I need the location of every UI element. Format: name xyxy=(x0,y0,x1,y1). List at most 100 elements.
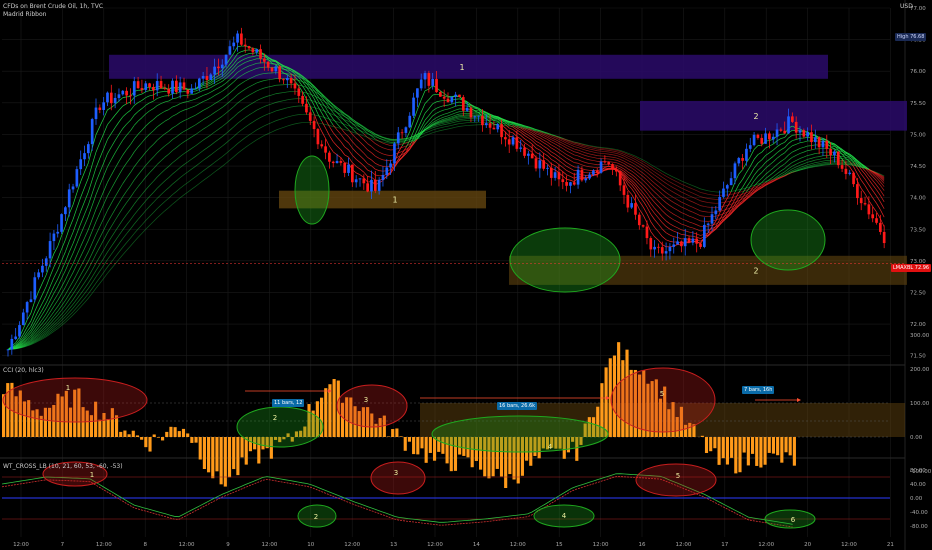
ribbon-segment xyxy=(352,147,357,153)
ribbon-segment xyxy=(206,87,211,90)
ribbon-segment xyxy=(233,94,238,99)
ribbon-segment xyxy=(72,281,78,289)
ribbon-segment xyxy=(156,173,162,178)
ribbon-segment xyxy=(685,193,690,196)
ribbon-segment xyxy=(455,113,460,116)
ribbon-segment xyxy=(164,187,169,192)
ribbon-segment xyxy=(332,132,338,138)
zone-label: 2 xyxy=(753,112,758,121)
ribbon-segment xyxy=(168,106,173,110)
ribbon-segment xyxy=(535,152,540,155)
candle-body xyxy=(144,83,148,90)
ribbon-segment xyxy=(264,86,269,89)
cci-bar xyxy=(215,437,219,472)
candle-body xyxy=(439,92,442,97)
ribbon-segment xyxy=(145,90,150,93)
ribbon-segment xyxy=(149,202,154,207)
ribbon-segment xyxy=(42,274,47,284)
ribbon-segment xyxy=(84,204,89,215)
ribbon-segment xyxy=(696,229,701,232)
ribbon-segment xyxy=(137,93,143,96)
zone-label: 2 xyxy=(753,266,758,275)
candle-body xyxy=(190,88,193,94)
cci-bar xyxy=(181,428,186,437)
high-value: 76.68 xyxy=(910,34,925,40)
ribbon-segment xyxy=(260,80,265,82)
ribbon-segment xyxy=(80,298,85,304)
ribbon-segment xyxy=(233,102,238,107)
ribbon-segment xyxy=(753,162,759,169)
ribbon-segment xyxy=(375,155,380,159)
ribbon-segment xyxy=(156,136,162,141)
ribbon-segment xyxy=(103,259,108,266)
ribbon-segment xyxy=(218,85,223,89)
ribbon-segment xyxy=(42,286,47,295)
ribbon-segment xyxy=(88,205,93,217)
cci-bar xyxy=(424,437,428,463)
ribbon-segment xyxy=(114,110,120,116)
candle-body xyxy=(879,222,882,232)
ribbon-segment xyxy=(819,160,824,163)
ribbon-segment xyxy=(283,99,288,102)
ribbon-segment xyxy=(780,137,785,139)
ribbon-segment xyxy=(371,176,376,181)
ribbon-segment xyxy=(650,197,655,203)
ribbon-segment xyxy=(447,114,452,117)
ribbon-segment xyxy=(577,145,583,148)
ribbon-segment xyxy=(662,236,667,241)
ribbon-segment xyxy=(608,158,613,160)
ribbon-segment xyxy=(91,194,97,206)
ribbon-segment xyxy=(229,146,234,151)
ribbon-segment xyxy=(524,138,529,142)
ribbon-segment xyxy=(95,142,101,153)
ribbon-segment xyxy=(382,153,387,156)
ribbon-segment xyxy=(218,115,223,120)
ribbon-segment xyxy=(654,178,659,183)
candle-body xyxy=(863,203,867,205)
ribbon-segment xyxy=(187,158,192,163)
ribbon-segment xyxy=(574,151,579,154)
ribbon-segment xyxy=(191,93,196,95)
candle-body xyxy=(71,186,75,190)
ribbon-segment xyxy=(451,112,456,115)
ribbon-segment xyxy=(203,93,208,96)
ribbon-segment xyxy=(191,186,196,190)
ribbon-segment xyxy=(811,144,816,146)
ribbon-segment xyxy=(509,127,514,130)
ribbon-segment xyxy=(455,126,460,128)
ribbon-segment xyxy=(130,166,135,173)
ribbon-segment xyxy=(168,98,173,102)
candle-body xyxy=(186,89,190,94)
ribbon-segment xyxy=(84,229,89,239)
ribbon-segment xyxy=(554,157,560,161)
ribbon-segment xyxy=(413,121,418,132)
ribbon-segment xyxy=(620,166,625,170)
ribbon-segment xyxy=(631,176,636,181)
ribbon-segment xyxy=(696,203,701,206)
ribbon-segment xyxy=(444,125,449,128)
ribbon-segment xyxy=(187,116,192,120)
cci-bar xyxy=(106,419,110,437)
ribbon-segment xyxy=(620,154,625,157)
ribbon-segment xyxy=(214,93,219,96)
ribbon-segment xyxy=(646,172,652,177)
ribbon-segment xyxy=(172,125,177,129)
ribbon-segment xyxy=(130,223,135,230)
ribbon-segment xyxy=(145,102,150,106)
ribbon-segment xyxy=(88,179,93,193)
ribbon-segment xyxy=(111,220,116,227)
ribbon-segment xyxy=(179,141,185,145)
ribbon-segment xyxy=(558,141,563,144)
ribbon-segment xyxy=(271,93,276,96)
candle-body xyxy=(611,164,614,170)
ribbon-segment xyxy=(72,233,78,244)
ribbon-segment xyxy=(53,246,59,254)
ribbon-segment xyxy=(650,188,655,193)
ribbon-segment xyxy=(566,145,571,148)
price-chart-svg[interactable]: 12:00 7 12:00 8 12:00 9 12:00 10 12:00 13 12:00 14 1… xyxy=(0,0,932,550)
ribbon-segment xyxy=(654,202,659,207)
ribbon-segment xyxy=(589,153,594,156)
cci-bar xyxy=(750,437,755,454)
ribbon-segment xyxy=(639,195,644,202)
ribbon-segment xyxy=(76,274,82,282)
